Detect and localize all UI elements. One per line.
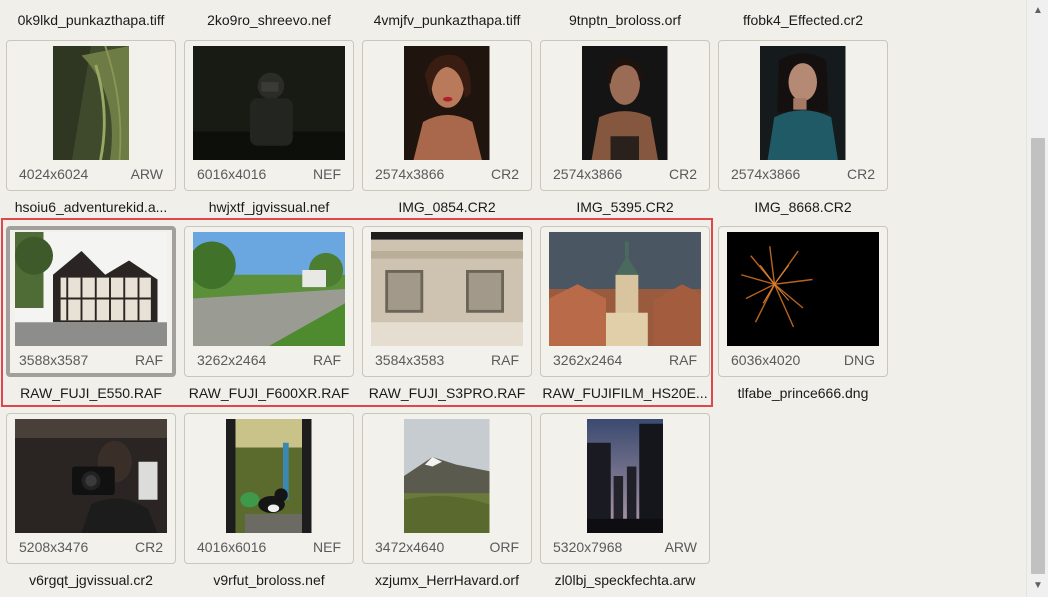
file-format-badge: RAF: [491, 352, 519, 368]
chevron-down-icon[interactable]: ▼: [1027, 575, 1048, 597]
image-dimensions: 3584x3583: [375, 352, 445, 368]
file-thumbnail-card[interactable]: 2574x3866 CR2: [540, 40, 710, 191]
thumbnail-image: [724, 46, 882, 160]
image-dimensions: 3262x2464: [197, 352, 267, 368]
image-dimensions: 2574x3866: [375, 166, 445, 182]
file-name-label[interactable]: ffobk4_Effected.cr2: [715, 12, 891, 28]
thumbnail-image: [190, 46, 348, 160]
scroll-thumb[interactable]: [1031, 138, 1045, 574]
thumbnail-image: [546, 419, 704, 533]
image-dimensions: 5320x7968: [553, 539, 623, 555]
image-dimensions: 6016x4016: [197, 166, 267, 182]
image-dimensions: 3262x2464: [553, 352, 623, 368]
file-thumbnail-card[interactable]: 3588x3587 RAF: [6, 226, 176, 377]
file-format-badge: NEF: [313, 166, 341, 182]
file-name-label[interactable]: v6rgqt_jgvissual.cr2: [3, 572, 179, 588]
thumbnail-image: [12, 46, 170, 160]
file-thumbnail-card[interactable]: 5320x7968 ARW: [540, 413, 710, 564]
file-format-badge: RAF: [313, 352, 341, 368]
file-format-badge: RAF: [135, 352, 163, 368]
thumbnail-image: [546, 232, 704, 346]
file-thumbnail-card[interactable]: 3262x2464 RAF: [184, 226, 354, 377]
file-format-badge: ARW: [664, 539, 697, 555]
file-thumbnail-card[interactable]: 2574x3866 CR2: [718, 40, 888, 191]
thumbnail-image: [12, 232, 170, 346]
chevron-up-icon[interactable]: ▲: [1027, 0, 1048, 22]
file-name-label[interactable]: hsoiu6_adventurekid.a...: [3, 199, 179, 215]
file-name-label[interactable]: IMG_5395.CR2: [537, 199, 713, 215]
file-name-label[interactable]: RAW_FUJI_S3PRO.RAF: [359, 385, 535, 401]
file-format-badge: CR2: [490, 166, 519, 182]
file-format-badge: CR2: [668, 166, 697, 182]
file-name-label[interactable]: 9tnptn_broloss.orf: [537, 12, 713, 28]
file-format-badge: ORF: [489, 539, 519, 555]
file-thumbnail-card[interactable]: 3472x4640 ORF: [362, 413, 532, 564]
file-name-label[interactable]: 4vmjfv_punkazthapa.tiff: [359, 12, 535, 28]
file-format-badge: RAF: [669, 352, 697, 368]
file-thumbnail-card[interactable]: 6036x4020 DNG: [718, 226, 888, 377]
file-name-label[interactable]: zl0lbj_speckfechta.arw: [537, 572, 713, 588]
file-thumbnail-card[interactable]: 2574x3866 CR2: [362, 40, 532, 191]
image-dimensions: 6036x4020: [731, 352, 801, 368]
file-thumbnail-card[interactable]: 6016x4016 NEF: [184, 40, 354, 191]
file-thumbnail-card[interactable]: 4016x6016 NEF: [184, 413, 354, 564]
image-dimensions: 2574x3866: [553, 166, 623, 182]
file-name-label[interactable]: tlfabe_prince666.dng: [715, 385, 891, 401]
image-dimensions: 4024x6024: [19, 166, 89, 182]
file-name-label[interactable]: RAW_FUJI_E550.RAF: [3, 385, 179, 401]
thumbnail-image: [724, 232, 882, 346]
image-dimensions: 2574x3866: [731, 166, 801, 182]
thumbnail-image: [368, 232, 526, 346]
file-name-label[interactable]: xzjumx_HerrHavard.orf: [359, 572, 535, 588]
file-format-badge: NEF: [313, 539, 341, 555]
thumbnail-image: [546, 46, 704, 160]
image-dimensions: 3472x4640: [375, 539, 445, 555]
file-name-label[interactable]: 0k9lkd_punkazthapa.tiff: [3, 12, 179, 28]
image-dimensions: 4016x6016: [197, 539, 267, 555]
thumbnail-image: [368, 419, 526, 533]
file-thumbnail-card[interactable]: 3262x2464 RAF: [540, 226, 710, 377]
vertical-scrollbar[interactable]: ▲ ▼: [1026, 0, 1048, 597]
thumbnail-image: [190, 232, 348, 346]
file-format-badge: DNG: [843, 352, 875, 368]
file-grid: 0k9lkd_punkazthapa.tiff 2ko9ro_shreevo.ne…: [0, 0, 1026, 597]
image-dimensions: 3588x3587: [19, 352, 89, 368]
file-name-label[interactable]: v9rfut_broloss.nef: [181, 572, 357, 588]
thumbnail-image: [190, 419, 348, 533]
thumbnail-image: [368, 46, 526, 160]
file-name-label[interactable]: RAW_FUJIFILM_HS20E...: [537, 385, 713, 401]
file-name-label[interactable]: 2ko9ro_shreevo.nef: [181, 12, 357, 28]
file-name-label[interactable]: IMG_8668.CR2: [715, 199, 891, 215]
file-name-label[interactable]: RAW_FUJI_F600XR.RAF: [181, 385, 357, 401]
file-name-label[interactable]: hwjxtf_jgvissual.nef: [181, 199, 357, 215]
thumbnail-image: [12, 419, 170, 533]
image-dimensions: 5208x3476: [19, 539, 89, 555]
file-format-badge: CR2: [846, 166, 875, 182]
file-thumbnail-card[interactable]: 4024x6024 ARW: [6, 40, 176, 191]
file-format-badge: CR2: [134, 539, 163, 555]
file-name-label[interactable]: IMG_0854.CR2: [359, 199, 535, 215]
file-thumbnail-card[interactable]: 3584x3583 RAF: [362, 226, 532, 377]
file-thumbnail-card[interactable]: 5208x3476 CR2: [6, 413, 176, 564]
file-format-badge: ARW: [130, 166, 163, 182]
